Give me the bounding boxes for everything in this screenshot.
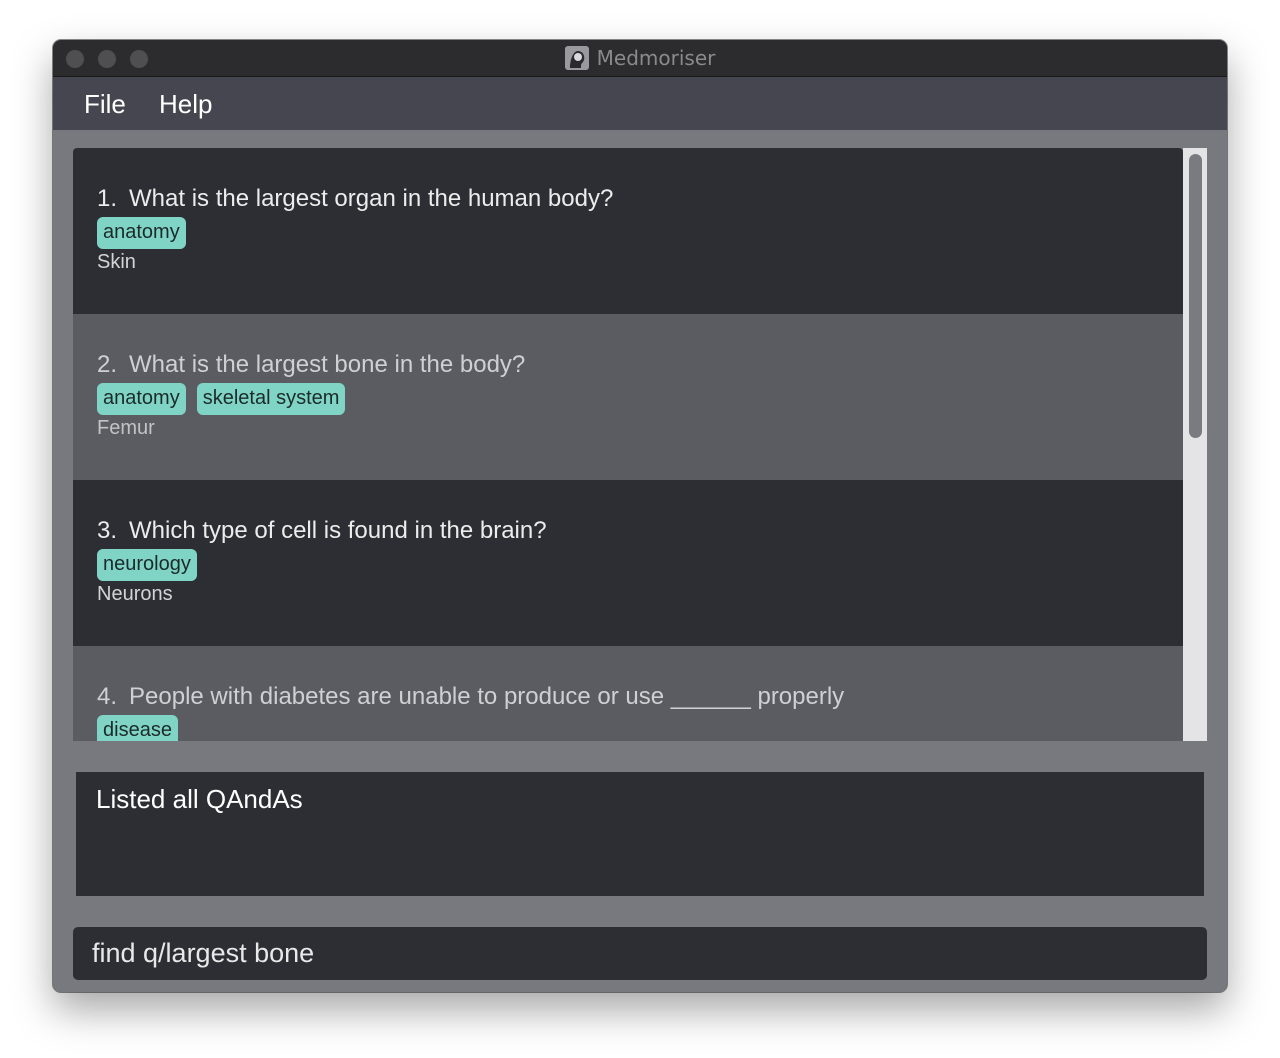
tag-list: disease [97,715,189,741]
qanda-question-text: What is the largest organ in the human b… [129,185,614,212]
list-scrollbar[interactable] [1183,148,1207,741]
qanda-answer: Neurons [97,583,173,605]
app-brain-icon [564,46,589,70]
menu-bar: File Help [53,77,1227,130]
tag-badge: skeletal system [196,383,346,415]
qanda-index: 4. [97,683,118,710]
tag-badge: anatomy [97,383,186,415]
qanda-index: 3. [97,517,118,544]
app-window: Medmoriser File Help 1. What is the large… [53,40,1227,992]
qanda-index: 1. [97,185,118,212]
qanda-index: 2. [97,351,118,378]
qanda-question-text: People with diabetes are unable to produ… [129,683,845,710]
qanda-question: 3. Which type of cell is found in the bra… [97,517,547,545]
scrollbar-thumb[interactable] [1189,154,1202,438]
tag-list: neurology [97,549,208,581]
tag-badge: disease [97,715,178,741]
qanda-question-text: Which type of cell is found in the brain… [129,517,547,544]
qanda-card[interactable]: 2. What is the largest bone in the body? … [73,314,1183,480]
qanda-question: 1. What is the largest organ in the human… [97,185,613,213]
qanda-list[interactable]: 1. What is the largest organ in the human… [73,148,1207,741]
result-message: Listed all QAndAs [96,784,303,814]
title-bar: Medmoriser [53,40,1227,77]
qanda-card[interactable]: 3. Which type of cell is found in the bra… [73,480,1183,646]
qanda-question: 2. What is the largest bone in the body? [97,351,525,379]
tag-list: anatomy skeletal system [97,383,356,415]
tag-list: anatomy [97,217,197,249]
window-title: Medmoriser [596,46,716,70]
qanda-card[interactable]: 4. People with diabetes are unable to pro… [73,646,1183,741]
qanda-card[interactable]: 1. What is the largest organ in the human… [73,148,1183,314]
command-input[interactable] [73,927,1207,980]
qanda-answer: Femur [97,417,155,439]
qanda-question-text: What is the largest bone in the body? [129,351,526,378]
qanda-answer: Skin [97,251,136,273]
menu-file[interactable]: File [84,89,126,120]
menu-help[interactable]: Help [159,89,212,120]
result-display: Listed all QAndAs [76,772,1204,896]
tag-badge: anatomy [97,217,186,249]
qanda-question: 4. People with diabetes are unable to pro… [97,683,844,711]
title-container: Medmoriser [53,40,1227,76]
tag-badge: neurology [97,549,197,581]
